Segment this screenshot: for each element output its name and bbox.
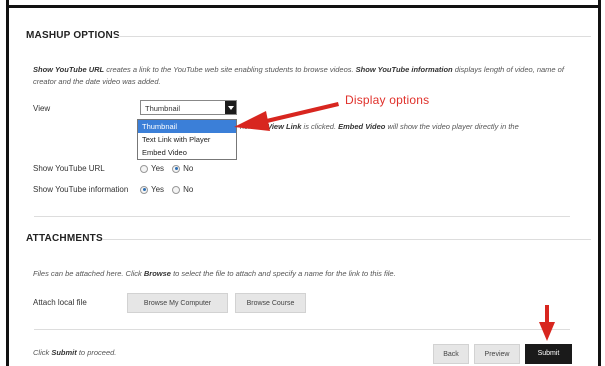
view-note-text-2: is clicked.	[301, 122, 339, 131]
show-url-no-label[interactable]: No	[183, 164, 193, 173]
view-option-thumbnail[interactable]: Thumbnail	[138, 120, 236, 133]
attach-desc-text-1: Files can be attached here. Click	[33, 269, 144, 278]
show-info-no-radio[interactable]	[172, 185, 181, 194]
mashup-desc-bold-1: Show YouTube URL	[33, 65, 105, 74]
view-option-text-link[interactable]: Text Link with Player	[138, 133, 236, 146]
attachments-heading-rule	[103, 239, 591, 240]
attach-local-label: Attach local file	[33, 298, 87, 307]
view-label: View	[33, 104, 51, 113]
show-info-no-label[interactable]: No	[183, 185, 193, 194]
top-border	[8, 5, 599, 8]
mashup-desc-bold-2: Show YouTube information	[355, 65, 453, 74]
view-note-text-1: nen the	[240, 122, 268, 131]
browse-my-computer-button[interactable]: Browse My Computer	[127, 293, 228, 313]
chevron-down-icon[interactable]	[225, 101, 236, 114]
view-note-link: View Link	[267, 122, 302, 131]
view-select-value: Thumbnail	[145, 104, 181, 113]
attach-desc-text-2: to select the file to attach and specify…	[170, 269, 396, 278]
show-url-yes-radio[interactable]	[140, 164, 148, 173]
mashup-description: Show YouTube URL creates a link to the Y…	[33, 64, 578, 88]
show-info-yes-label[interactable]: Yes	[151, 185, 164, 194]
show-url-yes-label[interactable]: Yes	[151, 164, 164, 173]
view-note-embed: Embed Video	[338, 122, 386, 131]
mashup-desc-text-1: creates a link to the YouTube web site e…	[104, 65, 356, 74]
display-options-callout: Display options	[345, 93, 430, 107]
submit-button[interactable]: Submit	[525, 344, 572, 364]
show-url-radios: Yes No	[140, 164, 201, 173]
back-button[interactable]: Back	[433, 344, 469, 364]
preview-button[interactable]: Preview	[474, 344, 520, 364]
attachments-heading: ATTACHMENTS	[26, 233, 103, 244]
show-info-yes-radio[interactable]	[140, 185, 148, 194]
show-info-radios: Yes No	[140, 185, 201, 194]
attachments-description: Files can be attached here. Click Browse…	[33, 268, 578, 280]
section-divider	[34, 216, 570, 217]
instruction-bold: Submit	[51, 348, 77, 357]
browse-course-button[interactable]: Browse Course	[235, 293, 306, 313]
mashup-heading-rule	[113, 36, 591, 37]
show-info-label: Show YouTube information	[33, 185, 129, 194]
show-url-no-radio[interactable]	[172, 164, 181, 173]
submit-instruction: Click Submit to proceed.	[33, 347, 116, 359]
view-option-embed-video[interactable]: Embed Video	[138, 146, 236, 159]
attach-desc-bold: Browse	[143, 269, 171, 278]
mashup-heading: MASHUP OPTIONS	[26, 30, 120, 41]
view-dropdown: Thumbnail Text Link with Player Embed Vi…	[137, 119, 237, 160]
footer-divider	[34, 329, 570, 330]
instruction-text-1: Click	[33, 348, 52, 357]
instruction-text-2: to proceed.	[76, 348, 117, 357]
view-select[interactable]: Thumbnail	[140, 100, 237, 115]
view-note: nen the View Link is clicked. Embed Vide…	[240, 121, 519, 133]
show-url-label: Show YouTube URL	[33, 164, 105, 173]
view-note-text-3: will show the video player directly in t…	[385, 122, 519, 131]
